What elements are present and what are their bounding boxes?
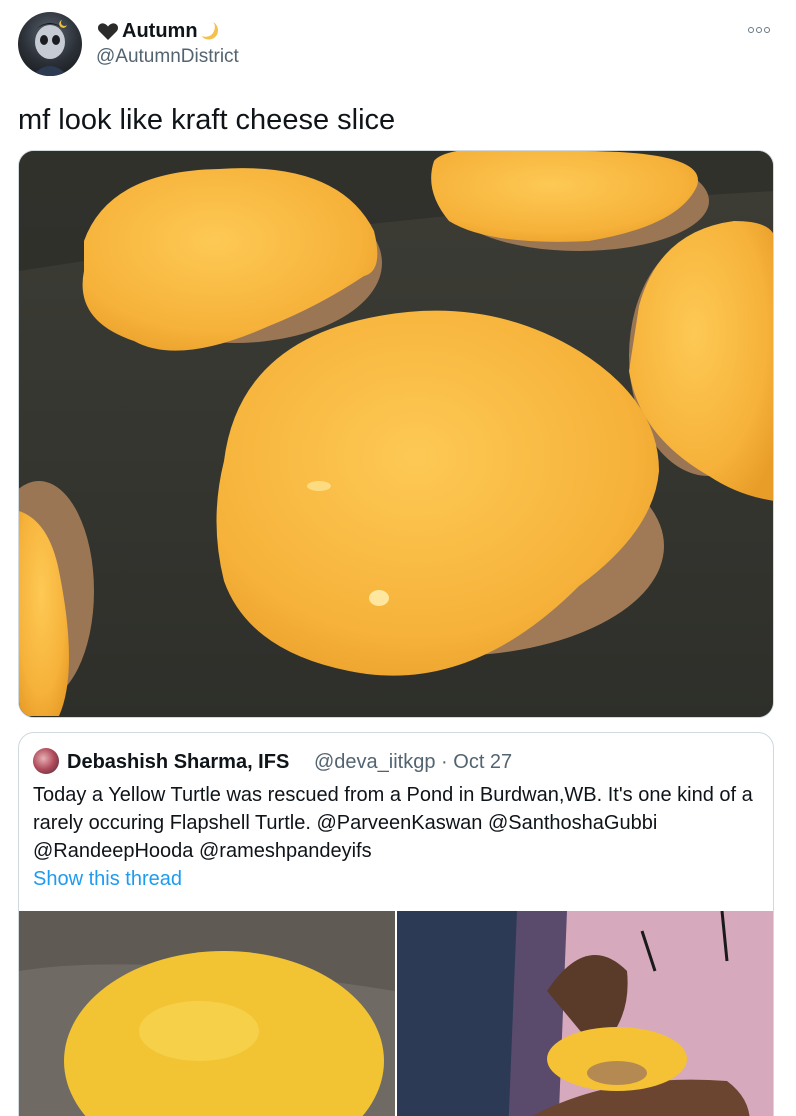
show-thread-link[interactable]: Show this thread — [33, 865, 182, 893]
author-avatar[interactable] — [18, 12, 82, 76]
tweet-header: Autumn @AutumnDistrict — [0, 0, 796, 90]
quoted-photo-turtle-hand[interactable] — [397, 911, 773, 1116]
author-name-row[interactable]: Autumn — [96, 17, 222, 45]
quoted-tweet[interactable]: Debashish Sharma, IFS @deva_iitkgp · Oct… — [18, 732, 774, 1116]
tweet-text: mf look like kraft cheese slice — [18, 104, 396, 136]
quoted-photo-turtle-ground[interactable] — [19, 911, 395, 1116]
author-display-name[interactable]: Autumn — [122, 19, 198, 43]
tweet-photo[interactable] — [18, 150, 774, 718]
quoted-author-handle-date[interactable]: @deva_iitkgp · Oct 27 — [314, 749, 512, 775]
quoted-tweet-text: Today a Yellow Turtle was rescued from a… — [33, 784, 753, 862]
black-heart-icon — [96, 19, 120, 43]
author-handle[interactable]: @AutumnDistrict — [96, 45, 239, 69]
quoted-author-name[interactable]: Debashish Sharma, IFS — [67, 749, 289, 775]
more-options-icon[interactable] — [744, 20, 774, 40]
crescent-moon-icon — [200, 19, 222, 43]
quoted-author-avatar[interactable] — [33, 748, 59, 774]
